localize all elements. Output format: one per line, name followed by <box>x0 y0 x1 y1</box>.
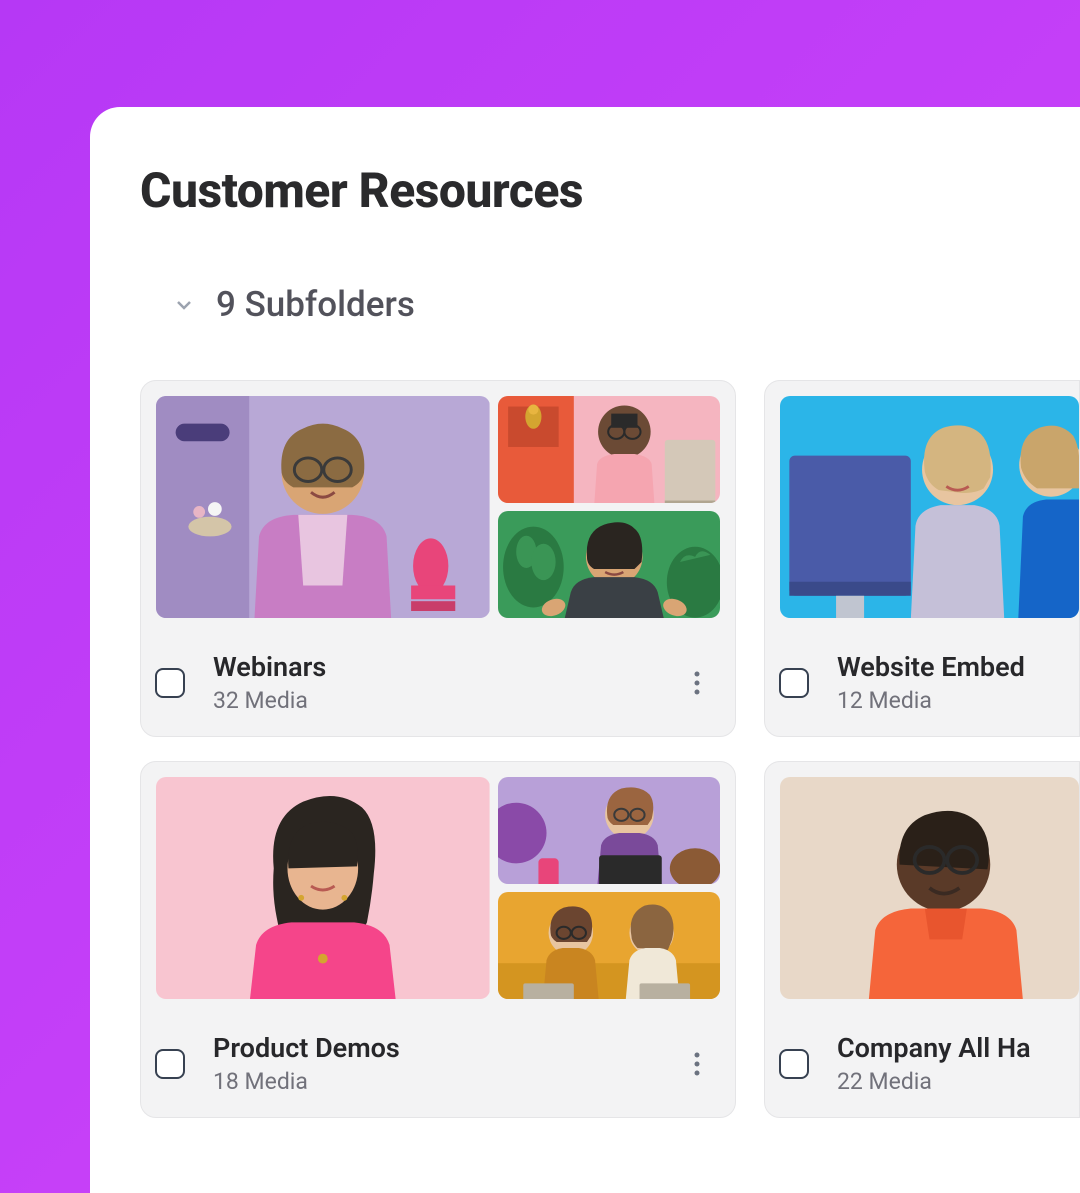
folder-card-company-all-hands[interactable]: Company All Ha 22 Media <box>764 761 1080 1118</box>
more-options-button[interactable] <box>679 665 715 701</box>
folder-thumbnails <box>765 381 1079 633</box>
folder-card-footer: Webinars 32 Media <box>141 633 735 736</box>
thumbnail <box>498 511 720 618</box>
folder-card-footer: Website Embed 12 Media <box>765 633 1079 736</box>
folder-card-footer: Product Demos 18 Media <box>141 1014 735 1117</box>
thumbnail <box>156 777 490 999</box>
folder-title: Website Embed <box>837 651 1059 683</box>
thumbnail <box>780 777 1079 999</box>
folder-media-count: 22 Media <box>837 1068 1059 1095</box>
thumbnail <box>156 396 490 618</box>
folder-thumbnails <box>141 381 735 633</box>
more-options-button[interactable] <box>679 1046 715 1082</box>
folder-card-footer: Company All Ha 22 Media <box>765 1014 1079 1117</box>
thumbnail <box>498 777 720 884</box>
chevron-down-icon <box>170 291 198 319</box>
folder-meta: Company All Ha 22 Media <box>837 1032 1059 1095</box>
folder-checkbox[interactable] <box>155 668 185 698</box>
thumbnail <box>498 892 720 999</box>
folder-title: Product Demos <box>213 1032 651 1064</box>
folder-card-webinars[interactable]: Webinars 32 Media <box>140 380 736 737</box>
subfolders-toggle[interactable]: 9 Subfolders <box>170 284 1080 325</box>
folder-checkbox[interactable] <box>779 1049 809 1079</box>
folder-media-count: 18 Media <box>213 1068 651 1095</box>
folder-card-website-embed[interactable]: Website Embed 12 Media <box>764 380 1080 737</box>
thumbnail <box>780 396 1079 618</box>
thumbnail <box>498 396 720 503</box>
subfolders-count-label: 9 Subfolders <box>216 284 415 325</box>
folder-checkbox[interactable] <box>779 668 809 698</box>
folder-card-product-demos[interactable]: Product Demos 18 Media <box>140 761 736 1118</box>
folder-checkbox[interactable] <box>155 1049 185 1079</box>
folder-title: Company All Ha <box>837 1032 1059 1064</box>
folder-grid: Webinars 32 Media <box>140 380 1080 1118</box>
main-panel: Customer Resources 9 Subfolders <box>90 107 1080 1193</box>
folder-meta: Website Embed 12 Media <box>837 651 1059 714</box>
folder-title: Webinars <box>213 651 651 683</box>
folder-thumbnails <box>765 762 1079 1014</box>
folder-meta: Webinars 32 Media <box>213 651 651 714</box>
folder-media-count: 32 Media <box>213 687 651 714</box>
folder-media-count: 12 Media <box>837 687 1059 714</box>
page-title: Customer Resources <box>140 162 1080 219</box>
folder-thumbnails <box>141 762 735 1014</box>
folder-meta: Product Demos 18 Media <box>213 1032 651 1095</box>
